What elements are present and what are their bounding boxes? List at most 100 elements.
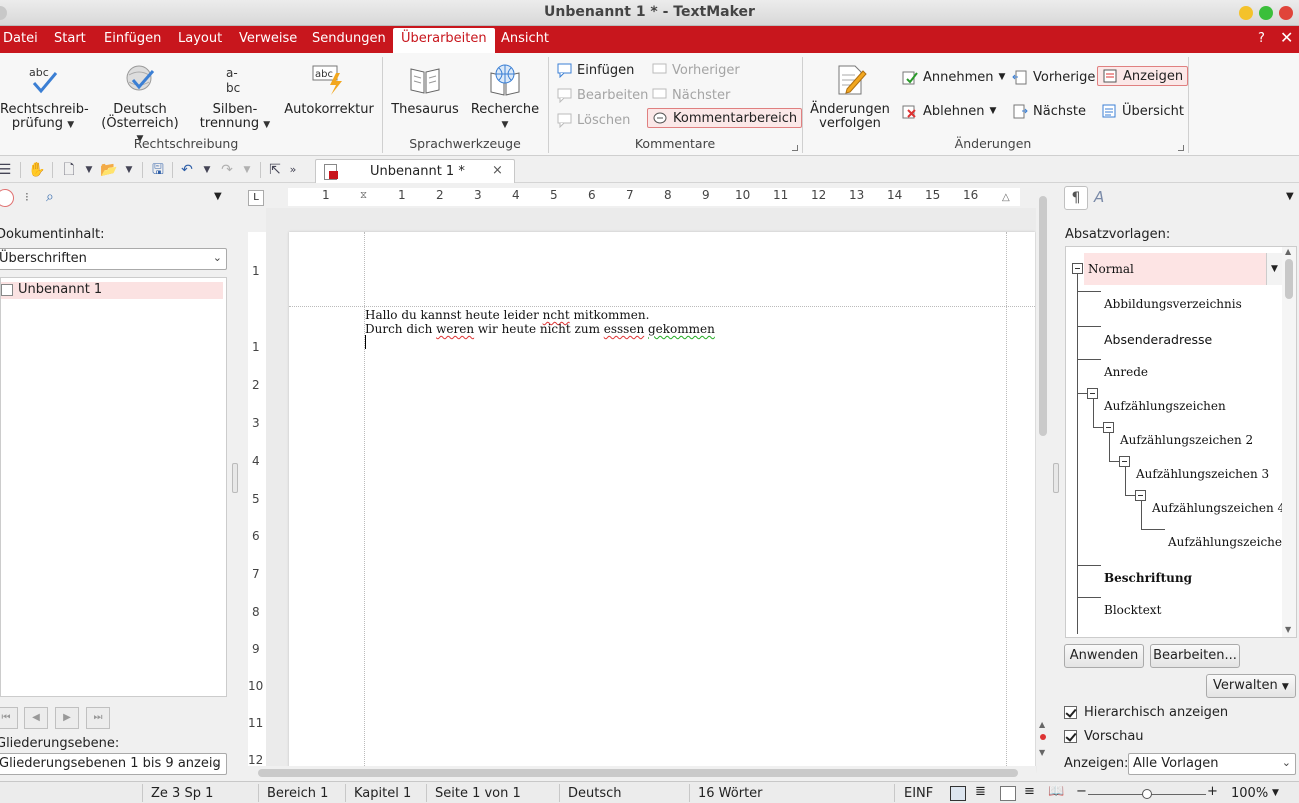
research-button[interactable]: Recherche ▼ (468, 63, 542, 132)
list-item[interactable]: Aufzählungszeichen (1104, 399, 1226, 413)
document-canvas[interactable]: Hallo du kannst heute leider ncht mitkom… (266, 208, 1036, 772)
continuous-view-icon[interactable]: ≣ (975, 784, 991, 799)
scrollbar-thumb[interactable] (1285, 259, 1293, 299)
list-item[interactable]: Anrede (1104, 365, 1148, 379)
list-item[interactable]: Abbildungsverzeichnis (1104, 297, 1242, 311)
list-item[interactable]: Unbenannt 1 (1, 282, 223, 299)
collapse-icon[interactable] (1119, 456, 1130, 467)
paragraph-styles-list[interactable]: ▼ Normal Abbildungsverzeichnis Absendera… (1065, 246, 1297, 638)
hamburger-menu-icon[interactable]: ☰ (0, 161, 14, 179)
reject-change-button[interactable]: Ablehnen ▼ (902, 103, 996, 119)
scroll-up-icon[interactable]: ▲ (1039, 720, 1045, 729)
thesaurus-button[interactable]: Thesaurus (390, 63, 460, 117)
previous-heading-button[interactable]: ◀ (24, 707, 48, 729)
character-styles-icon[interactable]: A (1094, 188, 1104, 206)
overflow-chevron-icon[interactable]: » (284, 161, 302, 179)
overview-button[interactable]: Übersicht (1101, 103, 1184, 119)
undo-icon[interactable]: ↶ (178, 161, 196, 179)
collapse-icon[interactable] (1072, 263, 1083, 274)
insert-mode-indicator[interactable]: EINF (904, 786, 933, 801)
close-window-button[interactable] (1279, 6, 1293, 20)
page-view-icon[interactable] (950, 786, 966, 801)
list-item[interactable]: Beschriftung (1104, 571, 1192, 585)
zoom-slider-thumb[interactable] (1142, 789, 1152, 799)
menu-ueberarbeiten[interactable]: Überarbeiten (393, 28, 495, 53)
book-view-icon[interactable]: 📖 (1048, 784, 1064, 799)
chevron-down-icon[interactable]: ▼ (238, 161, 256, 179)
outline-icon[interactable]: ⁝ (25, 190, 29, 204)
text-line-1[interactable]: Hallo du kannst heute leider ncht mitkom… (365, 308, 649, 322)
kommentare-launcher-icon[interactable] (792, 145, 798, 151)
menu-sendungen[interactable]: Sendungen (312, 31, 386, 46)
scrollbar-thumb[interactable] (1039, 196, 1047, 436)
list-item[interactable]: Aufzählungszeichen 4 (1152, 501, 1285, 515)
collapse-icon[interactable] (1135, 490, 1146, 501)
horizontal-scrollbar[interactable] (248, 766, 1036, 780)
show-filter-select[interactable]: Alle Vorlagen ⌄ (1128, 753, 1296, 775)
show-changes-button[interactable]: Anzeigen (1097, 66, 1189, 86)
chevron-down-icon[interactable]: ▼ (1272, 788, 1279, 798)
close-tab-icon[interactable]: × (492, 163, 503, 178)
vertical-ruler[interactable]: 1 1 2 3 4 5 6 7 8 9 10 11 12 (248, 232, 266, 767)
preview-checkbox[interactable]: Vorschau (1064, 729, 1144, 744)
zoom-in-icon[interactable]: + (1207, 784, 1218, 799)
hierarchical-checkbox[interactable]: Hierarchisch anzeigen (1064, 705, 1228, 720)
collapse-icon[interactable] (1103, 422, 1114, 433)
outline-item-checkbox[interactable] (1, 284, 13, 296)
previous-comment-button[interactable]: Vorheriger (651, 62, 740, 78)
styles-scrollbar[interactable]: ▲ ▼ (1282, 247, 1296, 637)
master-page-view-icon[interactable] (1000, 786, 1016, 801)
list-item[interactable]: Aufzählungszeichen 2 (1120, 433, 1253, 447)
menu-verweise[interactable]: Verweise (239, 31, 297, 46)
chevron-down-icon[interactable]: ▼ (1266, 253, 1282, 285)
aenderungen-launcher-icon[interactable] (1178, 145, 1184, 151)
zoom-out-icon[interactable]: − (1076, 784, 1087, 799)
collapse-icon[interactable] (1087, 388, 1098, 399)
tab-stop-selector[interactable]: L (248, 190, 264, 206)
compass-icon[interactable] (0, 189, 14, 207)
right-splitter-handle[interactable] (1053, 463, 1059, 493)
comment-pane-button[interactable]: Kommentarbereich (647, 108, 803, 128)
vertical-scrollbar[interactable]: ▲ ▼ (1036, 184, 1050, 766)
first-heading-button[interactable]: ⏮ (0, 707, 18, 729)
document-tab[interactable]: Unbenannt 1 * × (315, 159, 515, 183)
grammar-error[interactable]: gekommen (648, 322, 715, 336)
manage-styles-button[interactable]: Verwalten ▼ (1206, 674, 1296, 698)
panel-menu-chevron-icon[interactable]: ▼ (1286, 191, 1294, 202)
scrollbar-thumb[interactable] (258, 769, 1018, 777)
panel-menu-chevron-icon[interactable]: ▼ (214, 191, 222, 202)
minimize-button[interactable] (1239, 6, 1253, 20)
paragraph-styles-icon[interactable]: ¶ (1064, 186, 1088, 210)
menu-layout[interactable]: Layout (178, 31, 222, 46)
apply-style-button[interactable]: Anwenden (1064, 644, 1144, 668)
last-heading-button[interactable]: ⏭ (86, 707, 110, 729)
outline-level-select[interactable]: Gliederungsebenen 1 bis 9 anzeig ⌄ (0, 753, 227, 775)
outline-view-icon[interactable]: ≡ (1024, 784, 1040, 799)
language-indicator[interactable]: Deutsch (568, 786, 622, 801)
list-item[interactable]: Aufzählungszeichen 3 (1136, 467, 1269, 481)
search-icon[interactable]: ⌕ (46, 189, 54, 205)
scroll-down-icon[interactable]: ▼ (1039, 748, 1045, 757)
save-icon[interactable]: 🖫 (149, 161, 167, 179)
next-heading-button[interactable]: ▶ (55, 707, 79, 729)
spelling-error[interactable]: esssen (604, 322, 644, 336)
list-item[interactable]: Blocktext (1104, 603, 1161, 617)
document-page[interactable]: Hallo du kannst heute leider ncht mitkom… (289, 232, 1035, 772)
select-pointer-icon[interactable]: ⇱ (266, 161, 284, 179)
autocorrect-button[interactable]: abc Autokorrektur (284, 63, 374, 117)
open-folder-icon[interactable]: 📂 (100, 161, 118, 179)
edit-comment-button[interactable]: Bearbeiten (556, 87, 648, 104)
chevron-down-icon[interactable]: ▼ (120, 161, 138, 179)
menu-datei[interactable]: Datei (3, 31, 38, 46)
close-document-button[interactable]: ✕ (1280, 28, 1293, 47)
list-item[interactable]: Absenderadresse (1104, 332, 1212, 347)
text-line-2[interactable]: Durch dich weren wir heute nicht zum ess… (365, 322, 715, 336)
insert-comment-button[interactable]: Einfügen (556, 62, 634, 79)
spelling-error[interactable]: weren (436, 322, 474, 336)
maximize-button[interactable] (1259, 6, 1273, 20)
new-document-icon[interactable]: 🗋 (60, 161, 78, 179)
language-button[interactable]: Deutsch (Österreich) ▼ (96, 63, 184, 146)
chevron-down-icon[interactable]: ▼ (80, 161, 98, 179)
chevron-down-icon[interactable]: ▼ (198, 161, 216, 179)
spellcheck-button[interactable]: abc Rechtschreib- prüfung ▼ (0, 63, 89, 132)
